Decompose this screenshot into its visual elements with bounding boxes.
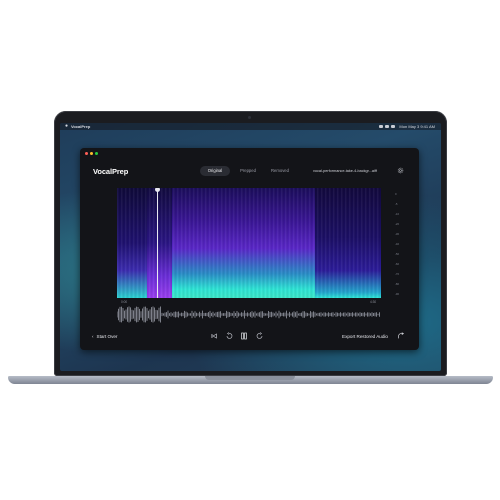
spectrogram[interactable] — [117, 188, 381, 298]
waveform-path — [117, 306, 380, 323]
db-tick: -20 — [395, 222, 400, 226]
db-tick: -5 — [395, 202, 398, 206]
db-tick: -90 — [395, 292, 400, 296]
app-window: VocalPrep Original Prepped Removed vocal… — [80, 148, 419, 350]
skip-back-icon[interactable] — [209, 331, 219, 341]
db-tick: -50 — [395, 252, 400, 256]
file-name: vocal-performance-take-4-backgr...aiff — [313, 169, 377, 173]
db-tick: -60 — [395, 262, 400, 266]
db-tick: -70 — [395, 272, 400, 276]
time-end: 4:30 — [370, 300, 377, 304]
zoom-window-button[interactable] — [95, 152, 98, 155]
tab-original[interactable]: Original — [200, 166, 230, 176]
control-center-icon[interactable] — [391, 125, 395, 128]
pause-icon[interactable] — [239, 331, 249, 341]
laptop-notch — [205, 376, 295, 380]
view-tabs: Original Prepped Removed — [200, 166, 300, 176]
start-over-button[interactable]: ‹ Start Over — [92, 334, 117, 339]
tab-prepped[interactable]: Prepped — [233, 166, 263, 176]
time-start: 0:00 — [121, 300, 128, 304]
start-over-label: Start Over — [96, 334, 118, 339]
db-tick: -30 — [395, 232, 400, 236]
db-tick: -80 — [395, 282, 400, 286]
playhead[interactable] — [157, 188, 158, 298]
close-window-button[interactable] — [85, 152, 88, 155]
tab-removed[interactable]: Removed — [265, 166, 295, 176]
menu-app-name[interactable]: VocalPrep — [71, 123, 90, 130]
waveform-overview[interactable] — [117, 306, 381, 323]
db-scale: 0 -5 -10 -20 -30 -40 -50 -60 -70 -80 -90 — [395, 192, 405, 302]
os-menu-bar: ● VocalPrep Mon May 3 9:41 AM — [60, 123, 441, 130]
minimize-window-button[interactable] — [90, 152, 93, 155]
menu-clock[interactable]: Mon May 3 9:41 AM — [399, 123, 435, 130]
export-restored-audio-button[interactable]: Export Restored Audio — [342, 334, 388, 339]
search-icon[interactable] — [385, 125, 389, 128]
share-icon[interactable] — [397, 332, 405, 340]
camera — [248, 116, 251, 119]
db-tick: 0 — [395, 192, 397, 196]
apple-icon[interactable]: ● — [65, 123, 68, 130]
wifi-icon[interactable] — [379, 125, 383, 128]
settings-gear-icon[interactable] — [397, 167, 404, 174]
db-tick: -40 — [395, 242, 400, 246]
app-logo: VocalPrep — [93, 167, 129, 176]
db-tick: -10 — [395, 212, 400, 216]
forward-icon[interactable] — [255, 331, 265, 341]
chevron-left-icon: ‹ — [92, 334, 94, 339]
rewind-icon[interactable] — [224, 331, 234, 341]
transport-controls — [209, 331, 274, 341]
